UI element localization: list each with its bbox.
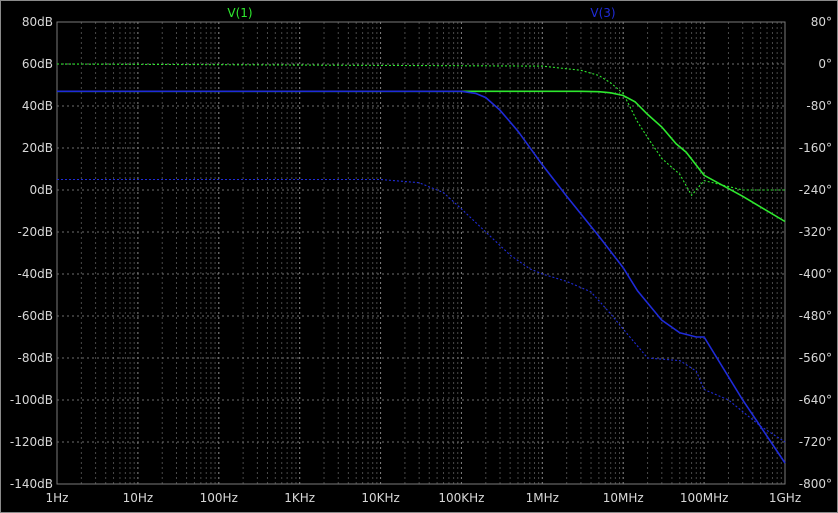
legend-v3: V(3)	[590, 6, 615, 20]
y-tick-label-right: -240°	[799, 183, 832, 197]
y-tick-label-left: -20dB	[18, 225, 53, 239]
legend-v1: V(1)	[227, 6, 252, 20]
x-tick-label: 10Hz	[123, 491, 154, 505]
y-tick-label-left: -140dB	[10, 477, 53, 491]
bode-plot: 80dB 60dB 40dB 20dB 0dB -20dB -40dB -60dB -80dB -…	[10, 6, 832, 505]
y-tick-label-right: -320°	[799, 225, 832, 239]
x-tick-label: 100MHz	[680, 491, 729, 505]
y-tick-label-left: -60dB	[18, 309, 53, 323]
y-tick-label-right: -720°	[799, 435, 832, 449]
y-tick-label-left: 0dB	[30, 183, 53, 197]
x-tick-label: 100KHz	[438, 491, 484, 505]
y-tick-label-left: -100dB	[10, 393, 53, 407]
y-tick-label-left: 40dB	[22, 99, 53, 113]
y-tick-label-left: -40dB	[18, 267, 53, 281]
x-tick-label: 10MHz	[603, 491, 644, 505]
y-tick-label-left: 20dB	[22, 141, 53, 155]
y-tick-label-left: -80dB	[18, 351, 53, 365]
y-tick-label-right: -80°	[806, 99, 832, 113]
x-tick-label: 100Hz	[200, 491, 238, 505]
y-tick-label-right: -160°	[799, 141, 832, 155]
x-tick-label: 1GHz	[769, 491, 801, 505]
x-tick-label: 1KHz	[284, 491, 315, 505]
x-tick-label: 1MHz	[526, 491, 559, 505]
y-tick-label-right: 80°	[811, 15, 832, 29]
y-tick-label-right: -480°	[799, 309, 832, 323]
y-tick-label-right: 0°	[818, 57, 832, 71]
x-tick-label: 1Hz	[46, 491, 69, 505]
y-tick-label-left: 80dB	[22, 15, 53, 29]
y-tick-label-right: -640°	[799, 393, 832, 407]
x-tick-label: 10KHz	[361, 491, 399, 505]
y-tick-label-right: -400°	[799, 267, 832, 281]
y-tick-label-right: -560°	[799, 351, 832, 365]
y-tick-label-left: 60dB	[22, 57, 53, 71]
y-tick-label-left: -120dB	[10, 435, 53, 449]
y-tick-label-right: -800°	[799, 477, 832, 491]
